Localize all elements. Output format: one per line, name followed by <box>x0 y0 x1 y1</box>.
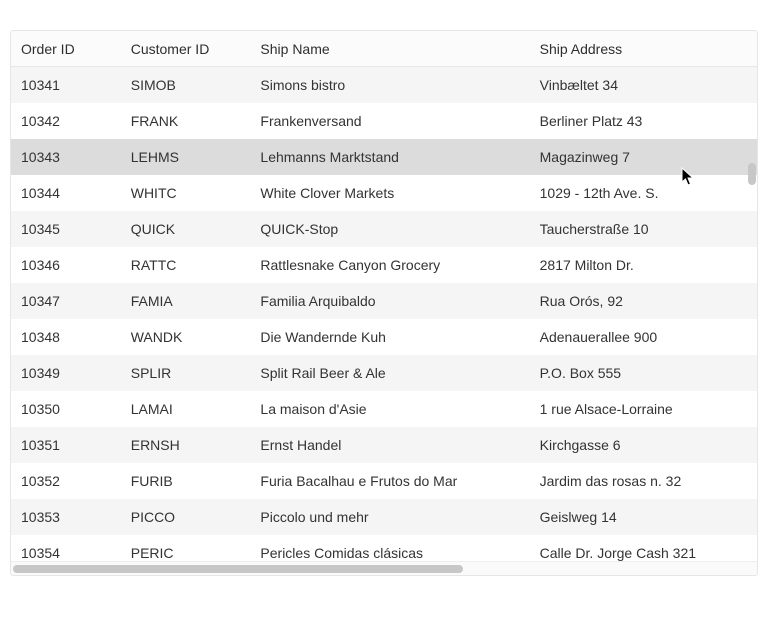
cell-order-id: 10342 <box>11 113 121 129</box>
cell-ship-name: Ernst Handel <box>250 437 529 453</box>
cell-customer-id: PERIC <box>121 545 251 561</box>
cell-ship-address: 1029 - 12th Ave. S. <box>530 185 757 201</box>
table-row[interactable]: 10350LAMAILa maison d'Asie1 rue Alsace-L… <box>11 391 757 427</box>
cell-customer-id: WHITC <box>121 185 251 201</box>
cell-ship-name: Piccolo und mehr <box>250 509 529 525</box>
column-header-ship-name[interactable]: Ship Name <box>250 41 529 57</box>
cell-ship-address: Rua Orós, 92 <box>530 293 757 309</box>
cell-order-id: 10344 <box>11 185 121 201</box>
cell-ship-address: Taucherstraße 10 <box>530 221 757 237</box>
vertical-scrollbar-track[interactable] <box>747 67 757 561</box>
table-row[interactable]: 10345QUICKQUICK-StopTaucherstraße 10 <box>11 211 757 247</box>
cell-ship-name: Split Rail Beer & Ale <box>250 365 529 381</box>
cell-ship-name: La maison d'Asie <box>250 401 529 417</box>
column-header-ship-address[interactable]: Ship Address <box>530 41 757 57</box>
cell-order-id: 10347 <box>11 293 121 309</box>
cell-ship-name: Rattlesnake Canyon Grocery <box>250 257 529 273</box>
table-row[interactable]: 10342FRANKFrankenversandBerliner Platz 4… <box>11 103 757 139</box>
column-header-order-id[interactable]: Order ID <box>11 41 121 57</box>
cell-ship-name: White Clover Markets <box>250 185 529 201</box>
column-header-customer-id[interactable]: Customer ID <box>121 41 251 57</box>
cell-ship-name: Lehmanns Marktstand <box>250 149 529 165</box>
table-row[interactable]: 10347FAMIAFamilia ArquibaldoRua Orós, 92 <box>11 283 757 319</box>
cell-ship-name: Frankenversand <box>250 113 529 129</box>
cell-customer-id: ERNSH <box>121 437 251 453</box>
horizontal-scrollbar-track[interactable] <box>11 561 757 575</box>
cell-ship-name: QUICK-Stop <box>250 221 529 237</box>
cell-order-id: 10349 <box>11 365 121 381</box>
cell-ship-address: Geislweg 14 <box>530 509 757 525</box>
table-row[interactable]: 10344WHITCWhite Clover Markets1029 - 12t… <box>11 175 757 211</box>
grid-body-viewport[interactable]: 10341SIMOBSimons bistroVinbæltet 3410342… <box>11 67 757 561</box>
cell-ship-name: Familia Arquibaldo <box>250 293 529 309</box>
cell-ship-name: Simons bistro <box>250 77 529 93</box>
table-row[interactable]: 10343LEHMSLehmanns MarktstandMagazinweg … <box>11 139 757 175</box>
cell-ship-address: P.O. Box 555 <box>530 365 757 381</box>
data-grid[interactable]: Order ID Customer ID Ship Name Ship Addr… <box>10 30 758 576</box>
cell-customer-id: QUICK <box>121 221 251 237</box>
cell-order-id: 10353 <box>11 509 121 525</box>
table-row[interactable]: 10349SPLIRSplit Rail Beer & AleP.O. Box … <box>11 355 757 391</box>
cell-order-id: 10343 <box>11 149 121 165</box>
cell-order-id: 10346 <box>11 257 121 273</box>
cell-ship-name: Die Wandernde Kuh <box>250 329 529 345</box>
cell-order-id: 10351 <box>11 437 121 453</box>
table-row[interactable]: 10353PICCOPiccolo und mehrGeislweg 14 <box>11 499 757 535</box>
cell-customer-id: WANDK <box>121 329 251 345</box>
cell-customer-id: LEHMS <box>121 149 251 165</box>
cell-ship-address: 2817 Milton Dr. <box>530 257 757 273</box>
horizontal-scrollbar-thumb[interactable] <box>13 565 463 573</box>
cell-ship-address: 1 rue Alsace-Lorraine <box>530 401 757 417</box>
cell-customer-id: SPLIR <box>121 365 251 381</box>
cell-ship-name: Furia Bacalhau e Frutos do Mar <box>250 473 529 489</box>
table-row[interactable]: 10348WANDKDie Wandernde KuhAdenauerallee… <box>11 319 757 355</box>
cell-ship-address: Calle Dr. Jorge Cash 321 <box>530 545 757 561</box>
grid-header-row: Order ID Customer ID Ship Name Ship Addr… <box>11 31 757 67</box>
cell-ship-address: Berliner Platz 43 <box>530 113 757 129</box>
cell-ship-address: Adenauerallee 900 <box>530 329 757 345</box>
cell-customer-id: SIMOB <box>121 77 251 93</box>
cell-customer-id: FRANK <box>121 113 251 129</box>
table-row[interactable]: 10352FURIBFuria Bacalhau e Frutos do Mar… <box>11 463 757 499</box>
cell-order-id: 10354 <box>11 545 121 561</box>
cell-customer-id: LAMAI <box>121 401 251 417</box>
cell-order-id: 10352 <box>11 473 121 489</box>
vertical-scrollbar-thumb[interactable] <box>748 163 756 185</box>
cell-customer-id: FAMIA <box>121 293 251 309</box>
cell-order-id: 10345 <box>11 221 121 237</box>
cell-ship-address: Vinbæltet 34 <box>530 77 757 93</box>
cell-customer-id: RATTC <box>121 257 251 273</box>
cell-order-id: 10348 <box>11 329 121 345</box>
table-row[interactable]: 10346RATTCRattlesnake Canyon Grocery2817… <box>11 247 757 283</box>
table-row[interactable]: 10341SIMOBSimons bistroVinbæltet 34 <box>11 67 757 103</box>
table-row[interactable]: 10351ERNSHErnst HandelKirchgasse 6 <box>11 427 757 463</box>
table-row[interactable]: 10354PERICPericles Comidas clásicasCalle… <box>11 535 757 561</box>
cell-customer-id: FURIB <box>121 473 251 489</box>
cell-ship-address: Jardim das rosas n. 32 <box>530 473 757 489</box>
cell-ship-name: Pericles Comidas clásicas <box>250 545 529 561</box>
cell-order-id: 10341 <box>11 77 121 93</box>
cell-ship-address: Magazinweg 7 <box>530 149 757 165</box>
cell-ship-address: Kirchgasse 6 <box>530 437 757 453</box>
cell-customer-id: PICCO <box>121 509 251 525</box>
cell-order-id: 10350 <box>11 401 121 417</box>
